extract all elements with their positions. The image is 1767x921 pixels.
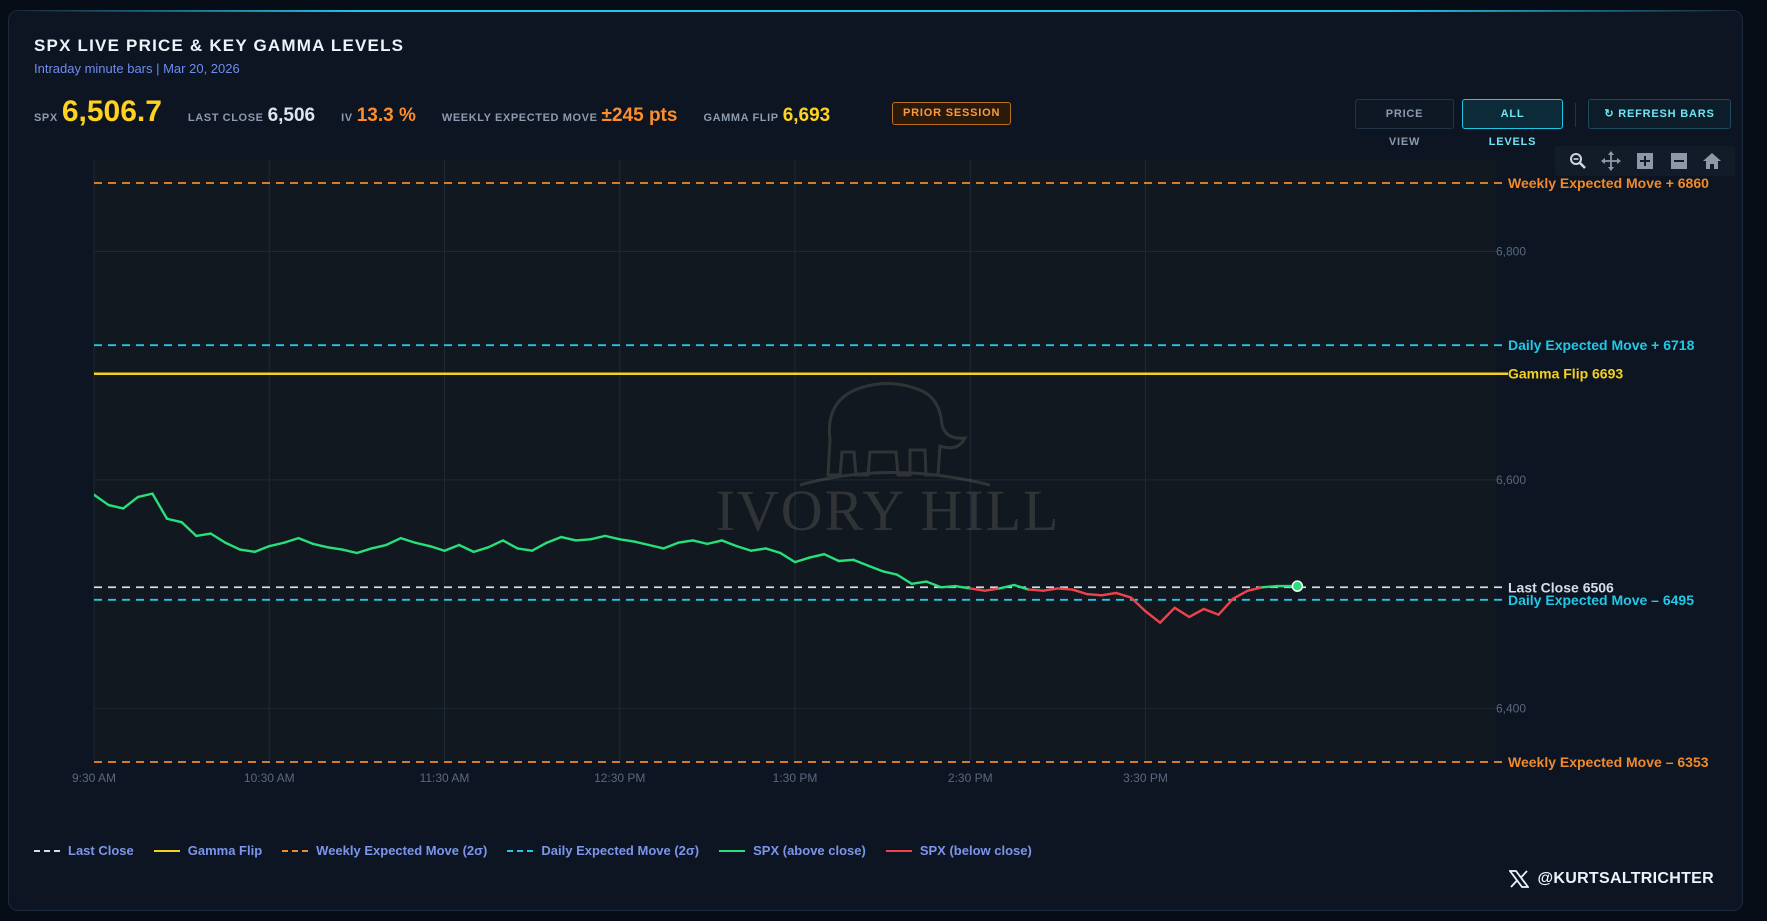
x-tick-label: 2:30 PM (948, 771, 993, 785)
price-chart[interactable]: IVORY HILL 6,400 6,600 6,800 9:30 AM 10:30 … (0, 0, 1767, 921)
spx-segment-above-close (837, 558, 855, 563)
spx-segment-below-close (1056, 587, 1074, 591)
y-tick-label: 6,600 (1496, 473, 1526, 487)
y-axis: 6,400 6,600 6,800 (1496, 245, 1526, 716)
watermark-text: IVORY HILL (716, 478, 1061, 543)
level-labels: Weekly Expected Move + 6860 Daily Expecte… (1508, 175, 1709, 770)
level-label: Weekly Expected Move + 6860 (1508, 175, 1709, 191)
x-tick-label: 10:30 AM (244, 771, 295, 785)
spx-segment-above-close (939, 584, 957, 589)
spx-segment-below-close (1085, 592, 1103, 597)
x-axis: 9:30 AM 10:30 AM 11:30 AM 12:30 PM 1:30 PM 2:… (72, 771, 1168, 785)
level-label: Weekly Expected Move – 6353 (1508, 754, 1709, 770)
level-label: Daily Expected Move + 6718 (1508, 337, 1695, 353)
last-price-marker[interactable] (1291, 580, 1304, 592)
y-tick-label: 6,400 (1496, 701, 1526, 715)
level-label: Gamma Flip 6693 (1508, 366, 1623, 382)
x-tick-label: 9:30 AM (72, 771, 116, 785)
spx-segment-above-close (574, 538, 592, 542)
level-label: Daily Expected Move – 6495 (1508, 592, 1694, 608)
x-tick-label: 1:30 PM (773, 771, 818, 785)
spx-segment-below-close (1027, 588, 1045, 592)
x-tick-label: 12:30 PM (594, 771, 645, 785)
x-tick-label: 11:30 AM (420, 771, 470, 785)
y-tick-label: 6,800 (1496, 245, 1526, 259)
spx-segment-above-close (1261, 584, 1279, 589)
x-tick-label: 3:30 PM (1123, 771, 1168, 785)
